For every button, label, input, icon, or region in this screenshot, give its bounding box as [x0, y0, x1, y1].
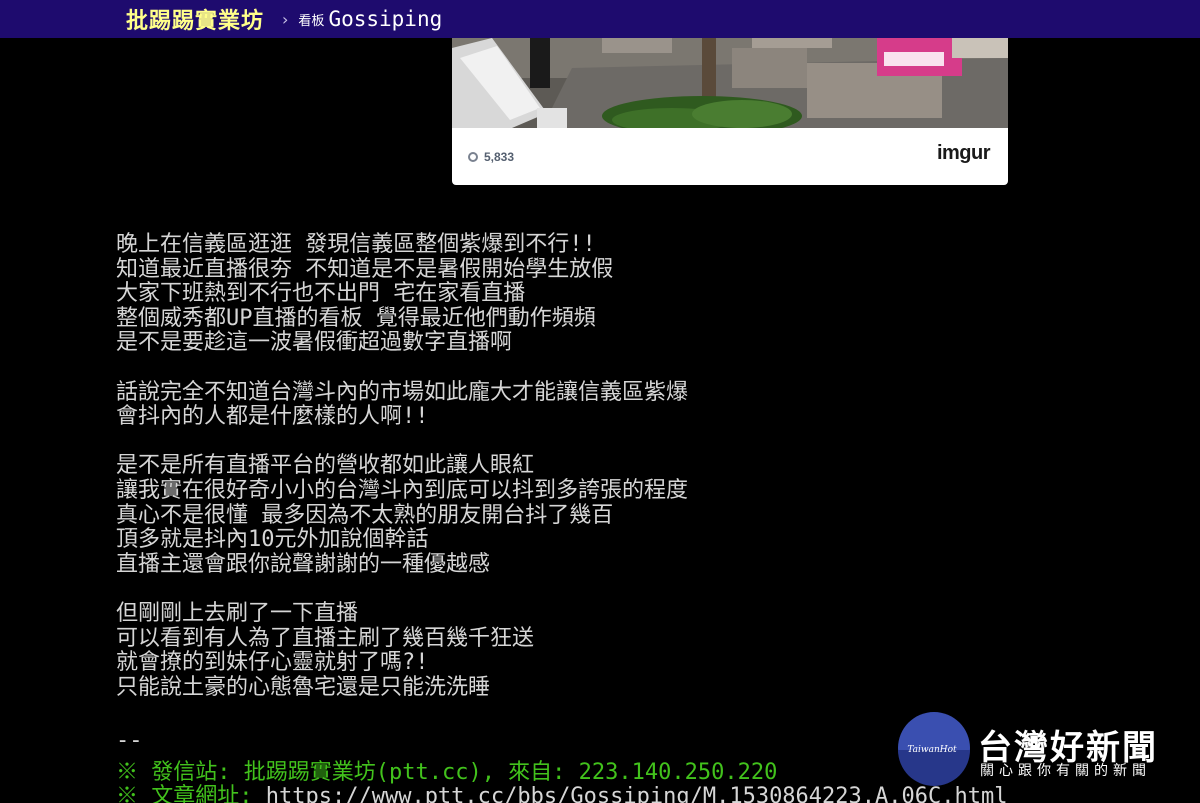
embedded-photo[interactable]	[452, 38, 1008, 128]
eye-icon	[468, 152, 478, 162]
badge-text: TaiwanHot	[907, 745, 957, 755]
view-count: 5,833	[468, 150, 514, 164]
taiwanhot-badge-icon: TaiwanHot	[898, 712, 970, 786]
article-line: 讓我實在很好奇小小的台灣斗內到底可以抖到多誇張的程度	[116, 477, 689, 503]
imgur-footer: 5,833 imgur	[452, 128, 1008, 185]
article-line: 就會撩的到妹仔心靈就射了嗎?!	[116, 650, 429, 676]
article-line: 話說完全不知道台灣斗內的市場如此龐大才能讓信義區紫爆	[116, 379, 689, 405]
article-line: 頂多就是抖內10元外加說個幹話	[116, 527, 429, 553]
news-watermark: TaiwanHot 台灣好新聞 關心跟你有關的新聞	[896, 710, 1196, 800]
imgur-logo[interactable]: imgur	[937, 142, 991, 165]
imgur-embed[interactable]: 5,833 imgur	[452, 38, 1008, 185]
article-line: 知道最近直播很夯 不知道是不是暑假開始學生放假	[116, 256, 614, 282]
breadcrumb-separator-icon: ›	[282, 9, 289, 29]
board-link[interactable]: Gossiping	[328, 7, 442, 31]
article-line: 真心不是很懂 最多因為不太熟的朋友開台抖了幾百	[116, 502, 614, 528]
article-url-label: ※ 文章網址:	[116, 784, 266, 803]
top-nav-bar: 批踢踢實業坊 › 看板 Gossiping	[0, 0, 1200, 38]
article-line: 大家下班熱到不行也不出門 宅在家看直播	[116, 281, 526, 307]
article-line: 整個威秀都UP直播的看板 覺得最近他們動作頻頻	[116, 305, 596, 331]
article-line: 會抖內的人都是什麼樣的人啊!!	[116, 404, 429, 430]
article-line: 可以看到有人為了直播主刷了幾百幾千狂送	[116, 625, 535, 651]
view-count-value: 5,833	[484, 150, 515, 164]
article-line: 是不是要趁這一波暑假衝超過數字直播啊	[116, 330, 513, 356]
site-home-link[interactable]: 批踢踢實業坊	[126, 3, 264, 35]
article-line: 只能說土豪的心態魯宅還是只能洗洗睡	[116, 674, 491, 700]
article-body: 晚上在信義區逛逛 發現信義區整個紫爆到不行!! 知道最近直播很夯 不知道是不是暑假…	[116, 232, 876, 700]
watermark-subtitle: 關心跟你有關的新聞	[980, 763, 1151, 779]
article-line: 但剛剛上去刷了一下直播	[116, 600, 359, 626]
article-line: 直播主還會跟你說聲謝謝的一種優越感	[116, 551, 491, 577]
board-label: 看板	[298, 13, 325, 29]
article-line: 晚上在信義區逛逛 發現信義區整個紫爆到不行!!	[116, 232, 596, 257]
article-url-row: ※ 文章網址: https://www.ptt.cc/bbs/Gossiping…	[116, 778, 1007, 803]
article-line: 是不是所有直播平台的營收都如此讓人眼紅	[116, 453, 535, 479]
signature-divider: --	[116, 728, 143, 753]
